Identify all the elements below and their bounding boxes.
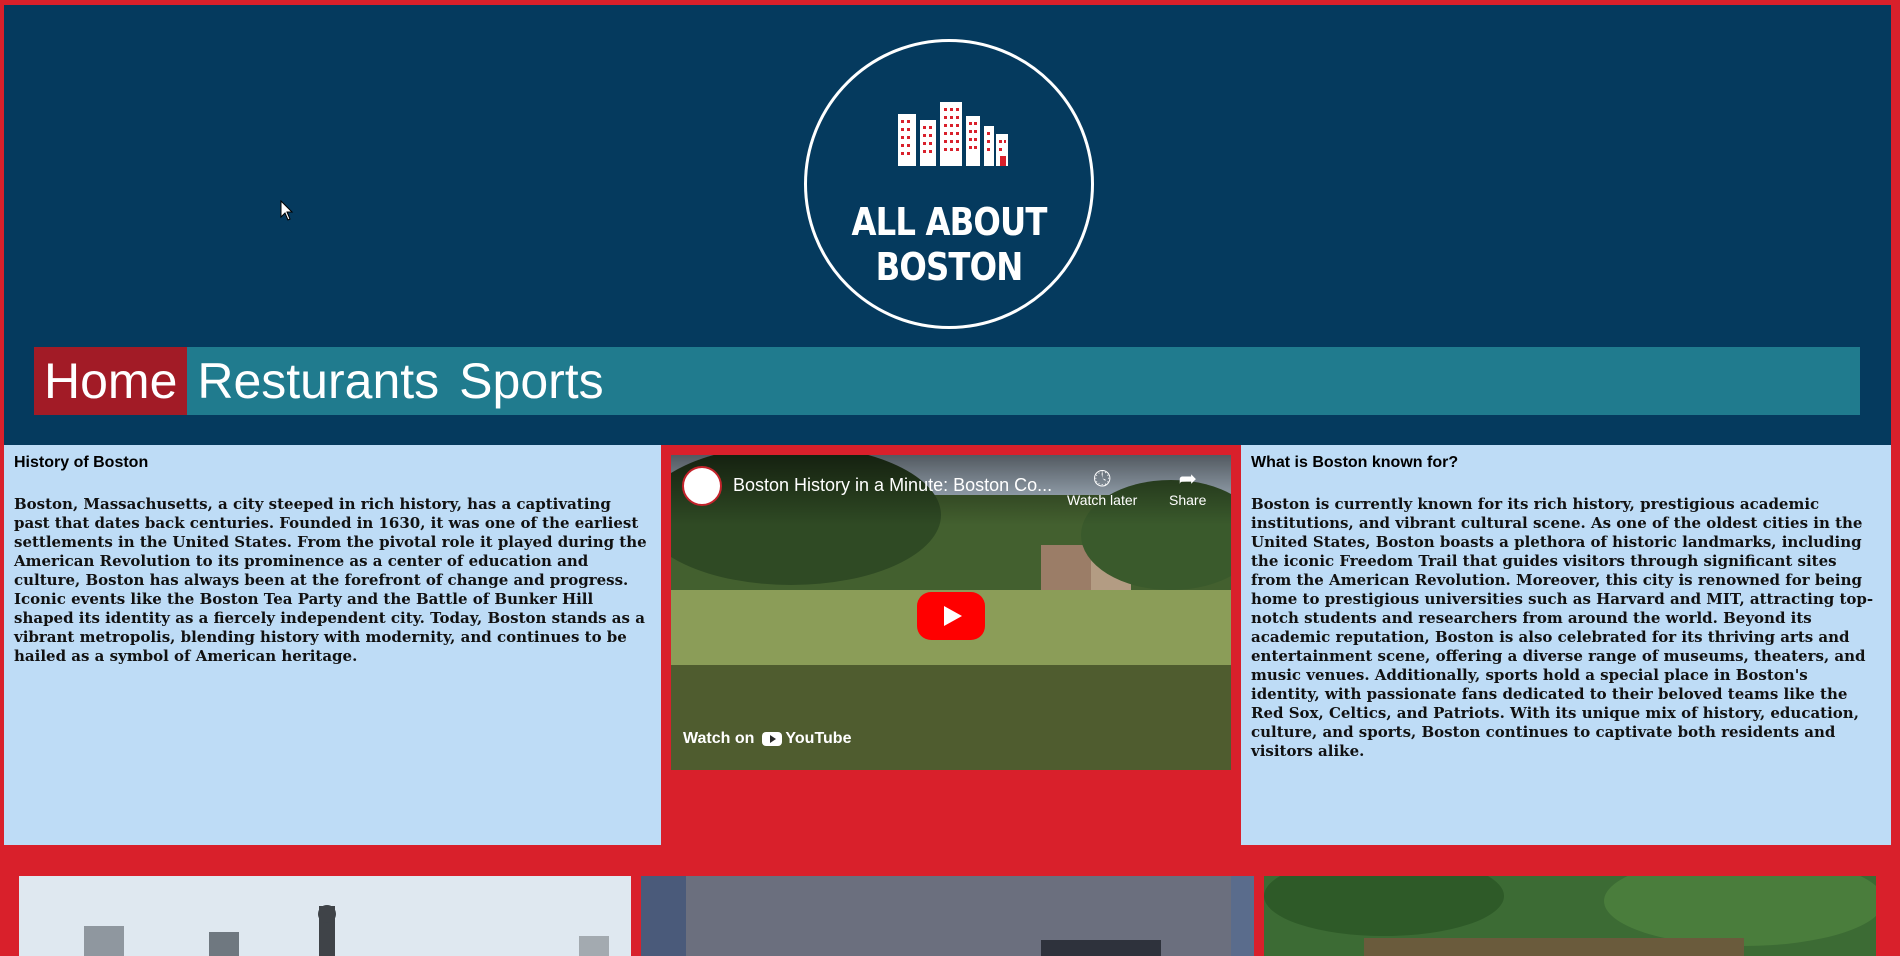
youtube-embed[interactable]: Boston History in a Minute: Boston Co...…: [671, 455, 1231, 770]
share-button[interactable]: ➦ Share: [1169, 466, 1206, 508]
logo-title-line2: BOSTON: [875, 245, 1024, 289]
history-panel: History of Boston Boston, Massachusetts,…: [4, 445, 661, 845]
channel-avatar[interactable]: [682, 466, 722, 506]
watch-later-label: Watch later: [1067, 492, 1138, 508]
known-for-text: Boston is currently known for its rich h…: [1251, 495, 1874, 760]
clock-icon: 🕓︎: [1093, 466, 1111, 491]
watch-on-youtube-link[interactable]: Watch on YouTube: [683, 730, 851, 748]
known-for-heading: What is Boston known for?: [1251, 454, 1459, 471]
youtube-play-icon: [762, 732, 783, 746]
share-label: Share: [1169, 492, 1207, 508]
video-title[interactable]: Boston History in a Minute: Boston Co...: [733, 475, 1052, 496]
main-nav: Home Resturants Sports: [34, 347, 1860, 415]
nav-sports[interactable]: Sports: [449, 347, 614, 415]
site-header: ALL ABOUT BOSTON Home Resturants Sports: [4, 5, 1891, 445]
share-icon: ➦: [1178, 466, 1197, 491]
city-buildings-icon: [898, 102, 1008, 166]
known-for-panel: What is Boston known for? Boston is curr…: [1241, 445, 1891, 845]
play-button[interactable]: [917, 592, 985, 640]
watch-later-button[interactable]: 🕓︎ Watch later: [1067, 466, 1137, 508]
site-logo[interactable]: ALL ABOUT BOSTON: [804, 39, 1094, 329]
youtube-wordmark: YouTube: [785, 730, 852, 747]
history-heading: History of Boston: [14, 454, 149, 471]
youtube-logo: YouTube: [762, 730, 851, 748]
history-text: Boston, Massachusetts, a city steeped in…: [14, 495, 647, 665]
photo-statue-skyline: [19, 876, 631, 956]
photo-park-trees: [1264, 876, 1876, 956]
nav-resturants[interactable]: Resturants: [187, 347, 449, 415]
watch-on-label: Watch on: [683, 730, 755, 747]
logo-title-line1: ALL ABOUT: [851, 200, 1047, 244]
photo-city-buildings: [641, 876, 1254, 956]
nav-home[interactable]: Home: [34, 347, 188, 415]
mouse-cursor-icon: [280, 200, 294, 221]
